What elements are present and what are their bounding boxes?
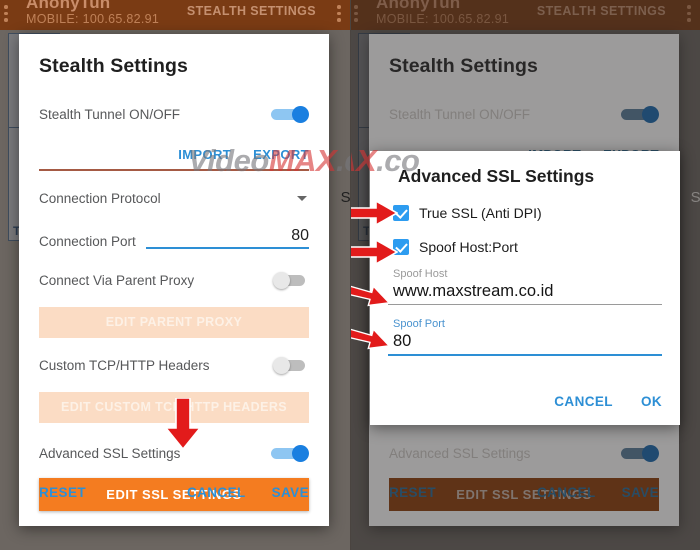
dialog-footer-actions: RESET CANCEL SAVE xyxy=(39,485,309,500)
annotation-arrow-right-true-ssl-icon xyxy=(350,200,398,226)
annotation-arrow-down-icon xyxy=(165,398,201,450)
spoof-host-field-label: Spoof Host xyxy=(393,268,448,280)
stealth-settings-dialog: Stealth Settings Stealth Tunnel ON/OFF I… xyxy=(19,34,350,526)
cancel-button[interactable]: CANCEL xyxy=(187,485,246,500)
edit-parent-proxy-button[interactable]: EDIT PARENT PROXY xyxy=(39,306,309,338)
custom-headers-toggle[interactable] xyxy=(271,357,309,374)
annotation-arrow-right-spoof-port-icon xyxy=(350,327,391,350)
connection-port-label: Connection Port xyxy=(39,233,136,249)
right-panel: TX AnonyTun MOBILE: 100.65.82.91 STEALTH… xyxy=(350,0,700,550)
screenshot-root: TX Files by Google: Bersihkan ruang Anon… xyxy=(0,0,700,550)
row-parent-proxy[interactable]: Connect Via Parent Proxy xyxy=(39,269,309,293)
connection-protocol-value[interactable]: SSL xyxy=(341,189,350,206)
true-ssl-label: True SSL (Anti DPI) xyxy=(419,205,542,221)
custom-headers-label: Custom TCP/HTTP Headers xyxy=(39,358,210,373)
connection-port-value: 80 xyxy=(291,226,309,244)
dialog-title: Stealth Settings xyxy=(39,55,188,77)
overflow-menu-left-icon[interactable] xyxy=(4,5,8,25)
import-export-row: IMPORT EXPORT xyxy=(39,147,309,162)
advanced-ssl-dialog: Advanced SSL Settings True SSL (Anti DPI… xyxy=(370,151,680,425)
spoof-port-underline xyxy=(388,354,662,356)
connection-protocol-label: Connection Protocol xyxy=(39,191,161,206)
advanced-ssl-label: Advanced SSL Settings xyxy=(39,446,181,461)
row-connection-protocol[interactable]: Connection Protocol SSL xyxy=(39,187,350,211)
spoof-host-input[interactable]: www.maxstream.co.id xyxy=(388,282,662,304)
ssl-dialog-title: Advanced SSL Settings xyxy=(398,166,595,186)
spoof-hostport-label: Spoof Host:Port xyxy=(419,239,518,255)
chevron-down-icon[interactable] xyxy=(297,195,307,201)
reset-button[interactable]: RESET xyxy=(39,485,86,500)
export-button[interactable]: EXPORT xyxy=(253,147,309,162)
app-bar-left: AnonyTun MOBILE: 100.65.82.91 STEALTH SE… xyxy=(0,0,350,30)
spoof-port-field-label: Spoof Port xyxy=(393,318,445,330)
stealth-tunnel-toggle[interactable] xyxy=(271,105,309,123)
overflow-menu-icon[interactable] xyxy=(337,5,341,25)
ssl-cancel-button[interactable]: CANCEL xyxy=(554,394,613,409)
row-stealth-tunnel[interactable]: Stealth Tunnel ON/OFF xyxy=(39,101,309,127)
dialog-divider xyxy=(39,169,309,171)
stealth-tunnel-label: Stealth Tunnel ON/OFF xyxy=(39,106,181,122)
parent-proxy-label: Connect Via Parent Proxy xyxy=(39,273,195,288)
annotation-arrow-right-spoof-hostport-icon xyxy=(350,239,398,265)
ssl-ok-button[interactable]: OK xyxy=(641,394,662,409)
connection-port-input[interactable]: 80 xyxy=(146,227,309,249)
parent-proxy-toggle[interactable] xyxy=(271,272,309,289)
import-button[interactable]: IMPORT xyxy=(178,147,231,162)
spoof-port-input[interactable]: 80 xyxy=(388,332,662,354)
row-connection-port[interactable]: Connection Port 80 xyxy=(39,227,309,249)
app-subtitle: MOBILE: 100.65.82.91 xyxy=(26,12,160,26)
row-spoof-hostport[interactable]: Spoof Host:Port xyxy=(388,239,662,255)
ssl-dialog-actions: CANCEL OK xyxy=(554,394,662,409)
spoof-host-underline xyxy=(388,304,662,305)
advanced-ssl-toggle[interactable] xyxy=(271,445,309,462)
stealth-settings-action[interactable]: STEALTH SETTINGS xyxy=(187,4,316,18)
left-panel: TX Files by Google: Bersihkan ruang Anon… xyxy=(0,0,350,550)
row-true-ssl[interactable]: True SSL (Anti DPI) xyxy=(388,205,662,221)
panel-divider xyxy=(350,0,351,550)
save-button[interactable]: SAVE xyxy=(272,485,309,500)
row-custom-headers[interactable]: Custom TCP/HTTP Headers xyxy=(39,354,309,378)
annotation-arrow-right-spoof-host-icon xyxy=(350,284,391,307)
